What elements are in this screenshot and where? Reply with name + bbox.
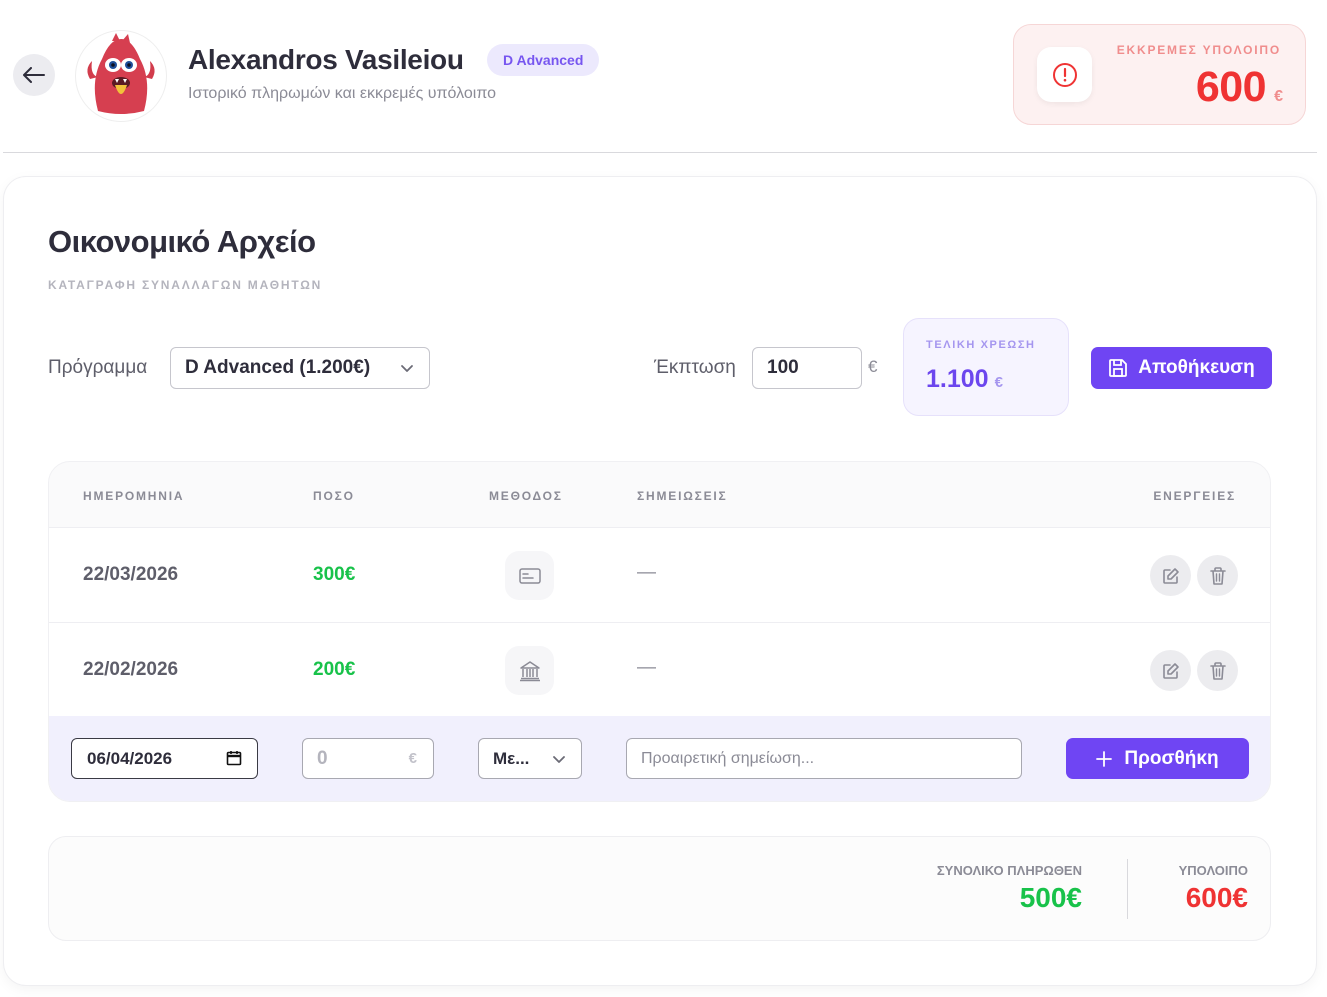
alert-circle-icon <box>1052 62 1077 87</box>
date-input[interactable]: 06/04/2026 <box>71 738 258 779</box>
student-name: Alexandros Vasileiou <box>188 44 464 75</box>
edit-button[interactable] <box>1150 555 1191 596</box>
pending-balance-amount: 600 € <box>1196 63 1283 112</box>
col-header-date: ΗΜΕΡΟΜΗΝΙΑ <box>83 489 185 503</box>
row-amount: 200€ <box>313 659 356 680</box>
save-button-label: Αποθήκευση <box>1138 357 1255 378</box>
card-icon <box>518 567 541 584</box>
method-select[interactable]: Με... <box>478 738 582 779</box>
date-input-value: 06/04/2026 <box>87 749 173 768</box>
discount-label: Έκπτωση <box>654 357 736 378</box>
chevron-down-icon <box>553 756 565 763</box>
discount-currency: € <box>868 357 878 376</box>
bank-icon <box>519 660 540 681</box>
avatar <box>76 31 166 121</box>
calendar-icon[interactable] <box>226 750 242 766</box>
program-label: Πρόγραμμα <box>48 357 148 378</box>
financial-record-card: Οικονομικό Αρχείο ΚΑΤΑΓΡΑΦΗ ΣΥΝΑΛΛΑΓΩΝ Μ… <box>4 177 1316 985</box>
edit-icon <box>1162 567 1179 584</box>
summary-divider <box>1127 859 1128 919</box>
amount-input[interactable]: 0 € <box>302 738 434 779</box>
final-charge-value: 1.100 <box>926 365 989 393</box>
total-paid-value: 500€ <box>1019 882 1082 913</box>
transactions-table: ΗΜΕΡΟΜΗΝΙΑ ΠΟΣΟ ΜΕΘΟΔΟΣ ΣΗΜΕΙΩΣΕΙΣ ΕΝΕΡΓ… <box>48 461 1271 802</box>
delete-button[interactable] <box>1197 650 1238 691</box>
header-subtitle: Ιστορικό πληρωμών και εκκρεμές υπόλοιπο <box>188 85 497 102</box>
program-badge: D Advanced <box>487 44 600 76</box>
page-header: Alexandros Vasileiou D Advanced Ιστορικό… <box>0 0 1327 153</box>
trash-icon <box>1209 661 1226 680</box>
chevron-down-icon <box>401 365 413 372</box>
final-charge-label: ΤΕΛΙΚΗ ΧΡΕΩΣΗ <box>926 339 1036 351</box>
amount-input-placeholder: 0 <box>317 748 328 769</box>
pending-balance-value: 600 <box>1195 63 1267 111</box>
row-amount: 300€ <box>313 564 356 585</box>
edit-icon <box>1162 662 1179 679</box>
add-payment-button[interactable]: Προσθήκη <box>1066 738 1249 779</box>
note-input[interactable]: Προαιρετική σημείωση... <box>626 738 1022 779</box>
pending-balance-card: ΕΚΚΡΕΜΕΣ ΥΠΟΛΟΙΠΟ 600 € <box>1013 24 1306 125</box>
col-header-method: ΜΕΘΟΔΟΣ <box>489 489 563 503</box>
new-payment-row: 06/04/2026 0 € Με... Προαιρετική σημείωσ… <box>49 716 1270 801</box>
row-notes: — <box>637 562 656 583</box>
row-date: 22/03/2026 <box>83 564 179 585</box>
balance-label: ΥΠΟΛΟΙΠΟ <box>1178 863 1248 878</box>
page-title: Οικονομικό Αρχείο <box>48 224 316 259</box>
monster-avatar-icon <box>87 33 155 114</box>
balance-value: 600€ <box>1185 882 1248 913</box>
col-header-amount: ΠΟΣΟ <box>313 489 355 503</box>
delete-button[interactable] <box>1197 555 1238 596</box>
discount-input[interactable]: 100 <box>752 347 862 389</box>
back-button[interactable] <box>13 54 55 96</box>
col-header-actions: ΕΝΕΡΓΕΙΕΣ <box>1153 489 1236 503</box>
program-select[interactable]: D Advanced (1.200€) <box>170 347 430 389</box>
row-method <box>505 551 554 600</box>
final-charge-currency: € <box>994 374 1003 391</box>
arrow-left-icon <box>23 67 45 83</box>
program-select-value: D Advanced (1.200€) <box>185 357 371 378</box>
row-method <box>505 646 554 695</box>
floppy-disk-icon <box>1109 359 1128 377</box>
row-notes: — <box>637 657 656 678</box>
pending-balance-label: ΕΚΚΡΕΜΕΣ ΥΠΟΛΟΙΠΟ <box>1116 43 1281 57</box>
summary-card: ΣΥΝΟΛΙΚΟ ΠΛΗΡΩΘΕΝ 500€ ΥΠΟΛΟΙΠΟ 600€ <box>48 836 1271 941</box>
edit-button[interactable] <box>1150 650 1191 691</box>
col-header-notes: ΣΗΜΕΙΩΣΕΙΣ <box>637 489 728 503</box>
save-button[interactable]: Αποθήκευση <box>1091 347 1272 389</box>
final-charge-card: ΤΕΛΙΚΗ ΧΡΕΩΣΗ 1.100 € <box>903 318 1069 416</box>
table-row: 22/03/2026 300€ — <box>49 527 1270 622</box>
pending-balance-currency: € <box>1274 88 1283 105</box>
row-date: 22/02/2026 <box>83 659 179 680</box>
plus-icon <box>1096 750 1113 767</box>
header-divider <box>3 152 1317 153</box>
total-paid-label: ΣΥΝΟΛΙΚΟ ΠΛΗΡΩΘΕΝ <box>936 863 1082 878</box>
pending-alert-box <box>1037 47 1092 102</box>
method-select-value: Με... <box>493 749 530 768</box>
page-subtitle: ΚΑΤΑΓΡΑΦΗ ΣΥΝΑΛΛΑΓΩΝ ΜΑΘΗΤΩΝ <box>48 278 323 292</box>
amount-input-currency: € <box>408 750 417 767</box>
table-row: 22/02/2026 200€ — <box>49 622 1270 717</box>
trash-icon <box>1209 566 1226 585</box>
add-payment-label: Προσθήκη <box>1124 747 1219 769</box>
final-charge-amount: 1.100 € <box>926 365 1003 394</box>
